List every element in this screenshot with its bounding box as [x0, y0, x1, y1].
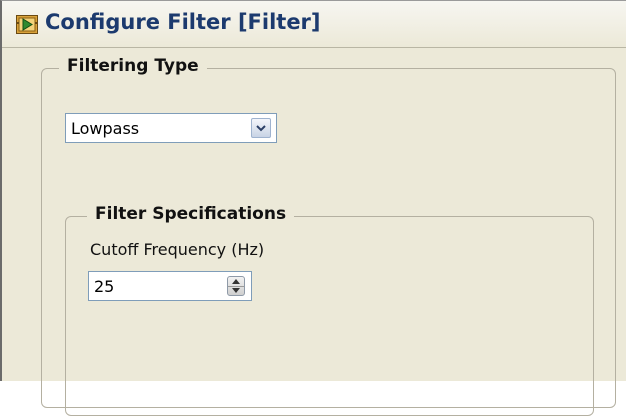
filtering-type-select[interactable]: Lowpass — [65, 113, 277, 143]
title-bar[interactable]: Configure Filter [Filter] — [2, 1, 626, 48]
filtering-type-legend: Filtering Type — [59, 56, 207, 76]
filtering-type-value: Lowpass — [71, 119, 140, 138]
arrow-down-icon — [232, 288, 240, 293]
filter-specifications-legend: Filter Specifications — [87, 204, 295, 224]
window-title: Configure Filter [Filter] — [45, 10, 321, 34]
cutoff-frequency-label: Cutoff Frequency (Hz) — [90, 240, 265, 259]
cutoff-frequency-input[interactable]: 25 — [88, 271, 252, 301]
cutoff-frequency-value: 25 — [94, 277, 115, 296]
chevron-down-icon — [256, 125, 266, 132]
labview-express-vi-icon — [16, 15, 38, 34]
dropdown-button[interactable] — [251, 118, 271, 138]
decrement-button[interactable] — [228, 286, 244, 295]
cutoff-frequency-spinner[interactable] — [227, 276, 245, 296]
arrow-up-icon — [232, 279, 240, 284]
configure-filter-window: Configure Filter [Filter] Filtering Type… — [0, 0, 626, 416]
